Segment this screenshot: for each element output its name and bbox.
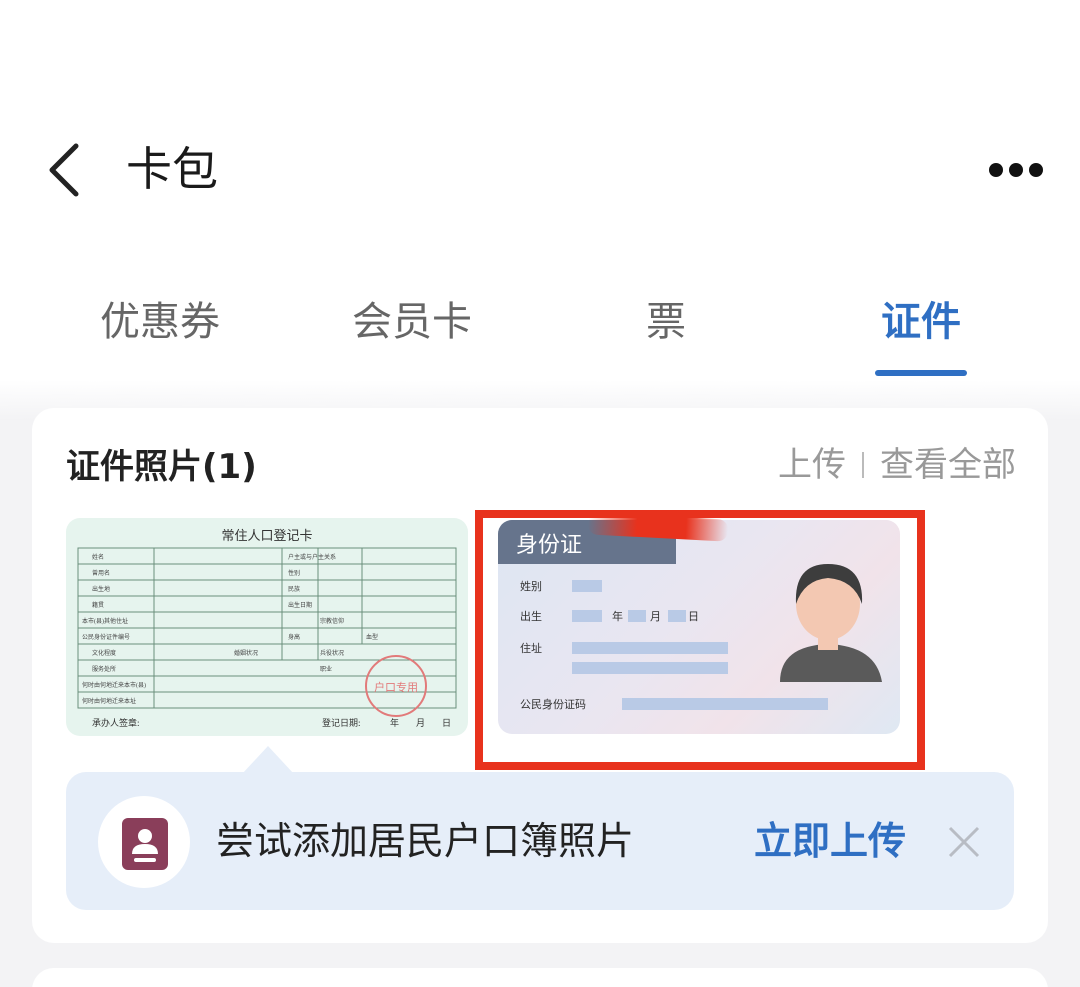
tab-documents[interactable]: 证件 [874,292,968,352]
hukou-field-8: 出生日期 [288,601,312,609]
hukou-field-18: 职业 [320,665,332,673]
household-register-icon [122,818,168,870]
hukou-upload-hint: 尝试添加居民户口簿照片 立即上传 [66,772,1014,910]
hukou-field-2: 户主或与户主关系 [288,553,336,561]
hukou-field-9: 本市(县)其他住址 [82,617,128,625]
hukou-field-3: 曾用名 [92,569,110,577]
tab-membership-cards[interactable]: 会员卡 [350,292,474,352]
close-icon [948,826,980,858]
hukou-field-11: 公民身份证件编号 [82,633,130,641]
top-bar: 卡包 [0,120,1080,220]
hukou-field-20: 何时由何地迁来本址 [82,697,136,705]
chevron-left-icon [49,143,79,197]
hukou-field-7: 籍贯 [92,601,104,609]
tab-tickets[interactable]: 票 [644,292,688,352]
hukou-field-14: 文化程度 [92,649,116,657]
next-section-card [32,968,1048,987]
hukou-field-15: 婚姻状况 [234,649,258,657]
view-all-link[interactable]: 查看全部 [880,440,1016,490]
hukou-signature-label: 承办人签章: [92,717,140,728]
hukou-month: 月 [416,718,425,728]
hukou-card-photo[interactable]: 常住人口登记卡 姓名 户主或与户主关系 曾用名 性别 出生地 民族 籍贯 出生日… [66,518,468,736]
tab-bar: 优惠券 会员卡 票 证件 [0,292,1080,382]
section-actions: 上传 查看全部 [778,440,1016,490]
active-tab-indicator [875,370,967,376]
hukou-field-19: 何时由何地迁来本市(县) [82,681,146,689]
highlight-annotation-box [475,510,925,770]
hukou-field-13: 血型 [366,633,378,641]
hukou-field-4: 性别 [288,569,300,577]
hukou-date-label: 登记日期: [322,718,361,728]
hukou-field-1: 姓名 [92,553,104,561]
hint-icon-container [98,796,190,888]
back-button[interactable] [40,140,100,200]
ellipsis-icon [989,163,1043,177]
hukou-year: 年 [390,717,399,728]
upload-now-button[interactable]: 立即上传 [754,814,906,868]
hukou-field-6: 民族 [288,585,300,593]
section-title: 证件照片(1) [66,447,257,487]
hukou-field-10: 宗教信仰 [320,617,344,625]
hukou-field-5: 出生地 [92,585,110,593]
more-button[interactable] [984,150,1048,190]
upload-link[interactable]: 上传 [778,440,846,490]
hukou-field-16: 兵役状况 [320,649,344,657]
stamp-text: 户口专用 [374,680,418,694]
hukou-field-12: 身高 [288,633,300,641]
hint-text: 尝试添加居民户口簿照片 [216,819,635,863]
hukou-day: 日 [442,718,451,728]
close-hint-button[interactable] [944,822,984,862]
tab-coupons[interactable]: 优惠券 [98,292,222,352]
hint-pointer [242,746,294,774]
hukou-field-17: 服务处所 [92,665,116,673]
divider [862,452,864,478]
hukou-card-title: 常住人口登记卡 [221,528,312,543]
document-photos-card: 证件照片(1) 上传 查看全部 常住人口登记卡 姓名 户主或与户主关系 曾用名 … [32,408,1048,943]
page-title: 卡包 [126,142,218,196]
hukou-card-image: 常住人口登记卡 姓名 户主或与户主关系 曾用名 性别 出生地 民族 籍贯 出生日… [77,528,457,728]
